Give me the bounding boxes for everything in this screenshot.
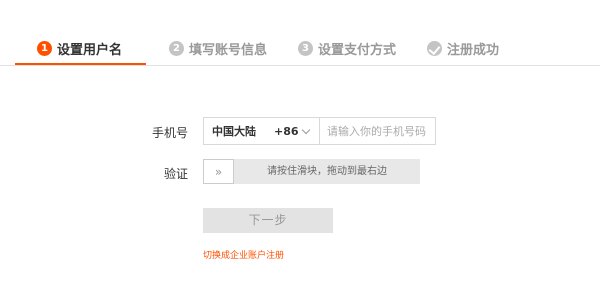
country-code: +86 bbox=[274, 124, 299, 138]
step-label: 设置支付方式 bbox=[318, 42, 397, 58]
phone-input[interactable] bbox=[320, 117, 436, 145]
registration-steps: 1 设置用户名 2 填写账号信息 3 设置支付方式 注册成功 bbox=[0, 0, 600, 66]
step-number-badge: 3 bbox=[298, 40, 313, 56]
next-step-button[interactable]: 下一步 bbox=[203, 208, 333, 233]
step-registration-success: 注册成功 bbox=[427, 38, 499, 58]
check-icon bbox=[427, 40, 442, 56]
step-account-info: 2 填写账号信息 bbox=[169, 38, 267, 58]
step-label: 注册成功 bbox=[447, 42, 500, 58]
step-number-badge: 1 bbox=[37, 40, 52, 56]
slider-handle[interactable]: » bbox=[203, 159, 234, 184]
step-set-username: 1 设置用户名 bbox=[37, 38, 122, 58]
slider-hint-text: 请按住滑块，拖动到最右边 bbox=[267, 166, 387, 177]
chevron-down-icon bbox=[301, 125, 310, 134]
step-payment-method: 3 设置支付方式 bbox=[298, 38, 396, 58]
step-label: 设置用户名 bbox=[57, 42, 123, 58]
phone-label: 手机号 bbox=[151, 126, 188, 140]
steps-divider bbox=[0, 65, 600, 66]
switch-enterprise-link[interactable]: 切换成企业账户注册 bbox=[203, 248, 284, 261]
country-select[interactable]: 中国大陆 +86 bbox=[203, 117, 320, 145]
step-label: 填写账号信息 bbox=[189, 42, 268, 58]
step-number-badge: 2 bbox=[169, 40, 184, 56]
verify-label: 验证 bbox=[163, 167, 188, 181]
country-name: 中国大陆 bbox=[212, 125, 256, 138]
double-chevron-right-icon: » bbox=[214, 164, 223, 179]
